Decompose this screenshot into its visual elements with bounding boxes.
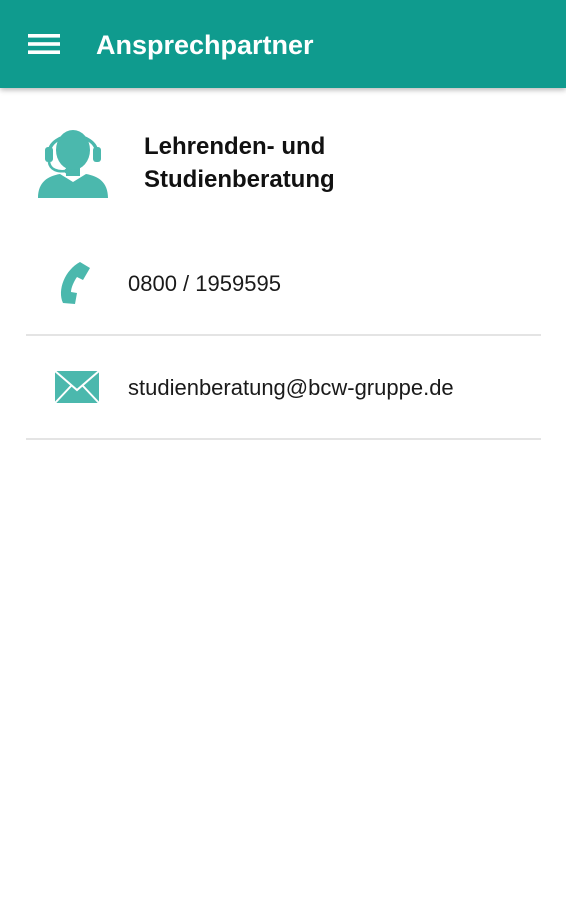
contact-screen: Ansprechpartner Lehrenden- und Studienbe… bbox=[0, 0, 566, 900]
envelope-icon bbox=[52, 362, 102, 412]
contact-name-line2: Studienberatung bbox=[144, 166, 335, 193]
phone-icon bbox=[52, 258, 102, 308]
contact-header: Lehrenden- und Studienberatung bbox=[0, 110, 566, 210]
contact-name: Lehrenden- und Studienberatung bbox=[144, 130, 335, 196]
email-address: studienberatung@bcw-gruppe.de bbox=[128, 375, 454, 400]
hamburger-menu-icon bbox=[28, 32, 60, 56]
phone-number: 0800 / 1959595 bbox=[128, 271, 281, 296]
page-title: Ansprechpartner bbox=[96, 30, 314, 60]
headset-support-person-icon bbox=[36, 122, 110, 198]
email-row[interactable]: studienberatung@bcw-gruppe.de bbox=[26, 336, 541, 440]
menu-button[interactable] bbox=[20, 22, 68, 66]
phone-row[interactable]: 0800 / 1959595 bbox=[26, 232, 541, 336]
app-bar: Ansprechpartner bbox=[0, 0, 566, 88]
contact-name-line1: Lehrenden- und bbox=[144, 133, 326, 160]
